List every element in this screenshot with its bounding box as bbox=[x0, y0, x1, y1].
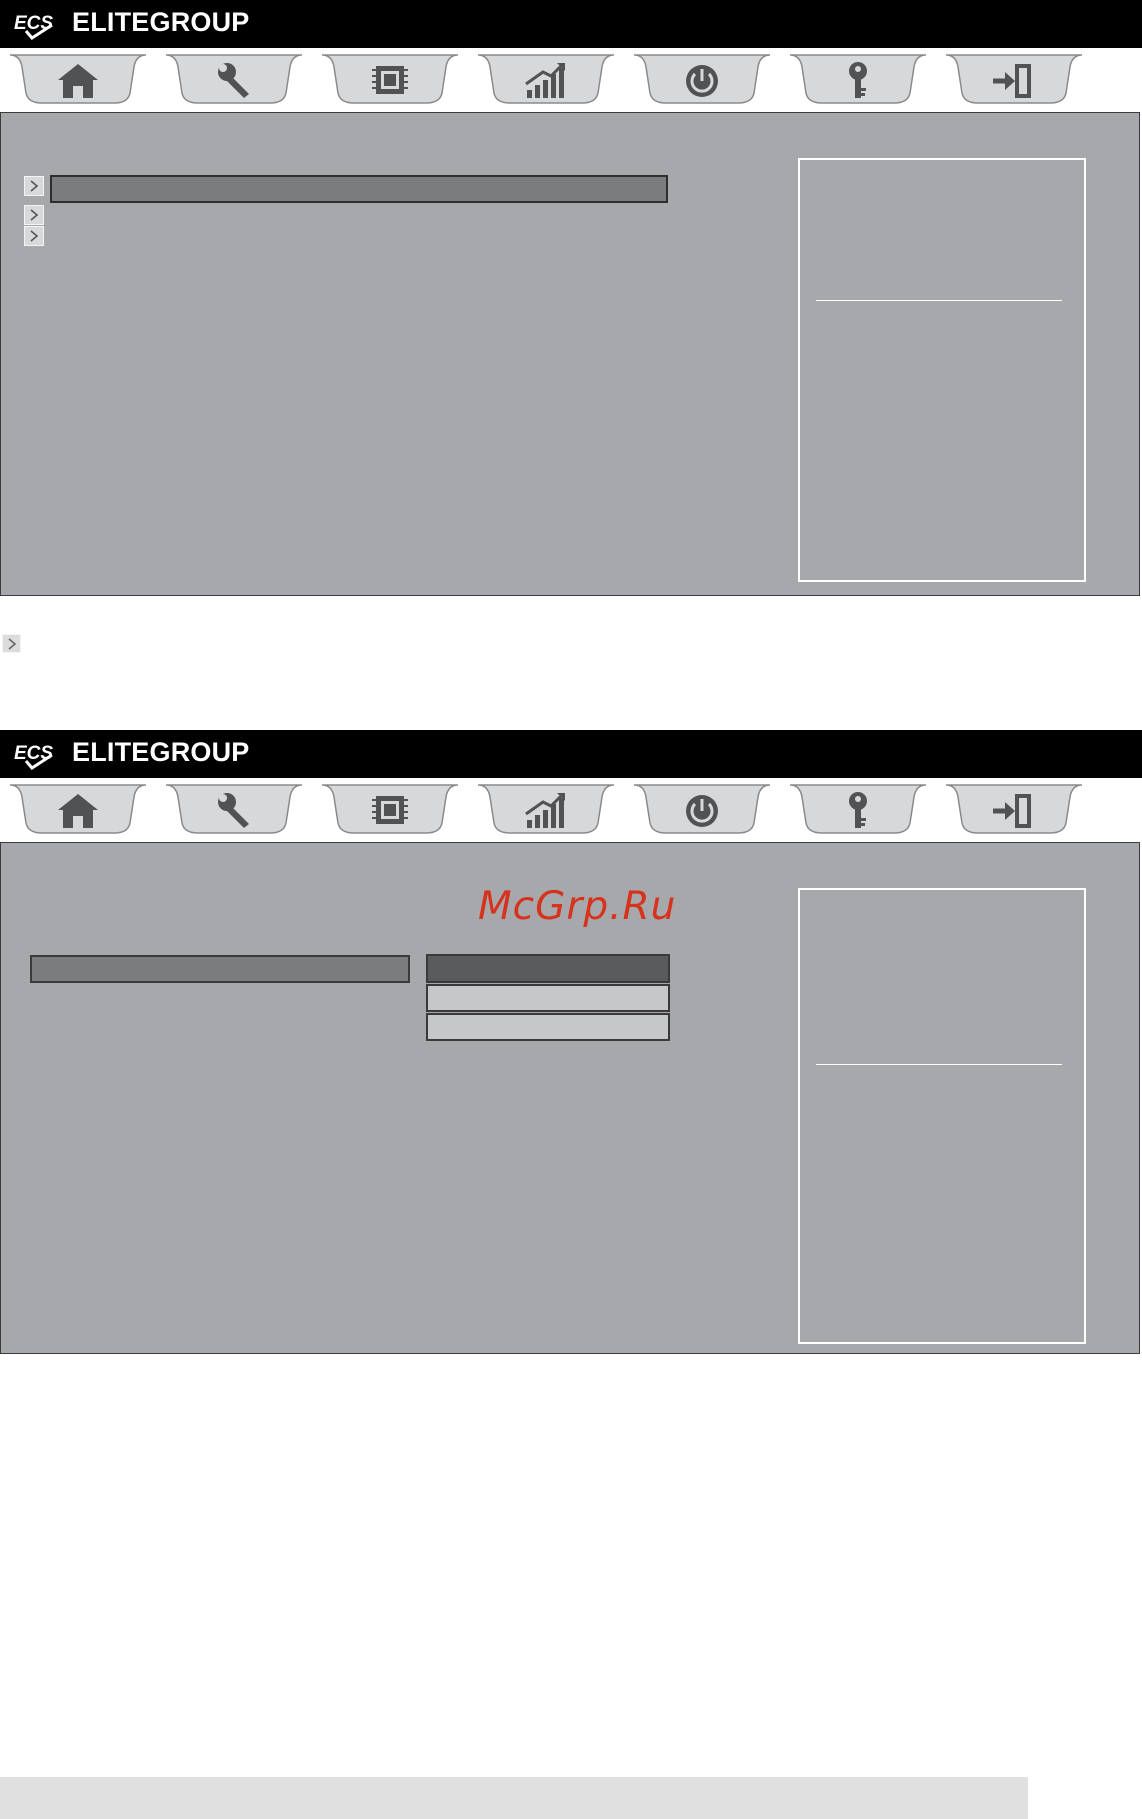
tab-exit[interactable] bbox=[944, 783, 1084, 835]
tab-chipset[interactable] bbox=[320, 53, 460, 105]
brand-bar: ECS ELITEGROUP bbox=[0, 730, 1142, 778]
home-icon bbox=[58, 794, 98, 828]
help-box bbox=[798, 158, 1086, 582]
svg-text:ECS: ECS bbox=[14, 743, 53, 764]
tab-mib[interactable] bbox=[476, 53, 616, 105]
tab-advanced[interactable] bbox=[164, 53, 304, 105]
bios-panel-2: ECS ELITEGROUP bbox=[0, 730, 1142, 1356]
tab-chipset[interactable] bbox=[320, 783, 460, 835]
menu-item[interactable] bbox=[50, 205, 668, 225]
brand-bar: ECS ELITEGROUP bbox=[0, 0, 1142, 48]
exit-icon bbox=[993, 64, 1031, 98]
help-box bbox=[798, 888, 1086, 1344]
tab-boot[interactable] bbox=[632, 783, 772, 835]
chart-icon bbox=[525, 62, 565, 98]
ecs-logo: ECS bbox=[14, 743, 53, 770]
setting-item-selected[interactable] bbox=[30, 955, 410, 983]
submenu-arrow-icon[interactable] bbox=[24, 226, 44, 246]
tab-security[interactable] bbox=[788, 783, 928, 835]
menu-item-selected[interactable] bbox=[50, 175, 668, 203]
tab-boot[interactable] bbox=[632, 53, 772, 105]
tab-mib[interactable] bbox=[476, 783, 616, 835]
help-divider bbox=[816, 1064, 1062, 1065]
option[interactable] bbox=[426, 984, 670, 1012]
key-icon bbox=[849, 792, 867, 828]
tab-main[interactable] bbox=[8, 783, 148, 835]
bios-screen bbox=[0, 112, 1140, 596]
chip-icon bbox=[372, 796, 408, 824]
option[interactable] bbox=[426, 1013, 670, 1041]
bottom-strip bbox=[0, 1777, 1028, 1819]
home-icon bbox=[58, 64, 98, 98]
wrench-icon bbox=[218, 63, 249, 98]
wrench-icon bbox=[218, 793, 249, 828]
help-divider bbox=[816, 300, 1062, 301]
chart-icon bbox=[525, 792, 565, 828]
option-selected[interactable] bbox=[426, 954, 670, 983]
tab-main[interactable] bbox=[8, 53, 148, 105]
tab-strip bbox=[0, 48, 1142, 112]
exit-icon bbox=[993, 794, 1031, 828]
key-icon bbox=[849, 62, 867, 98]
tab-security[interactable] bbox=[788, 53, 928, 105]
watermark-text: McGrp.Ru bbox=[478, 884, 677, 929]
submenu-arrow-icon[interactable] bbox=[24, 176, 44, 196]
power-icon bbox=[686, 795, 718, 827]
tab-exit[interactable] bbox=[944, 53, 1084, 105]
brand-name: ELITEGROUP bbox=[72, 737, 250, 767]
brand-name: ELITEGROUP bbox=[72, 7, 250, 37]
power-icon bbox=[686, 65, 718, 97]
tab-advanced[interactable] bbox=[164, 783, 304, 835]
tab-strip bbox=[0, 778, 1142, 842]
submenu-arrow-icon bbox=[2, 634, 21, 653]
menu-item[interactable] bbox=[50, 226, 668, 246]
submenu-arrow-icon[interactable] bbox=[24, 205, 44, 225]
bios-panel-1: ECS ELITEGROUP bbox=[0, 0, 1142, 597]
svg-text:ECS: ECS bbox=[14, 13, 53, 34]
chip-icon bbox=[372, 66, 408, 94]
ecs-logo: ECS bbox=[14, 13, 53, 40]
